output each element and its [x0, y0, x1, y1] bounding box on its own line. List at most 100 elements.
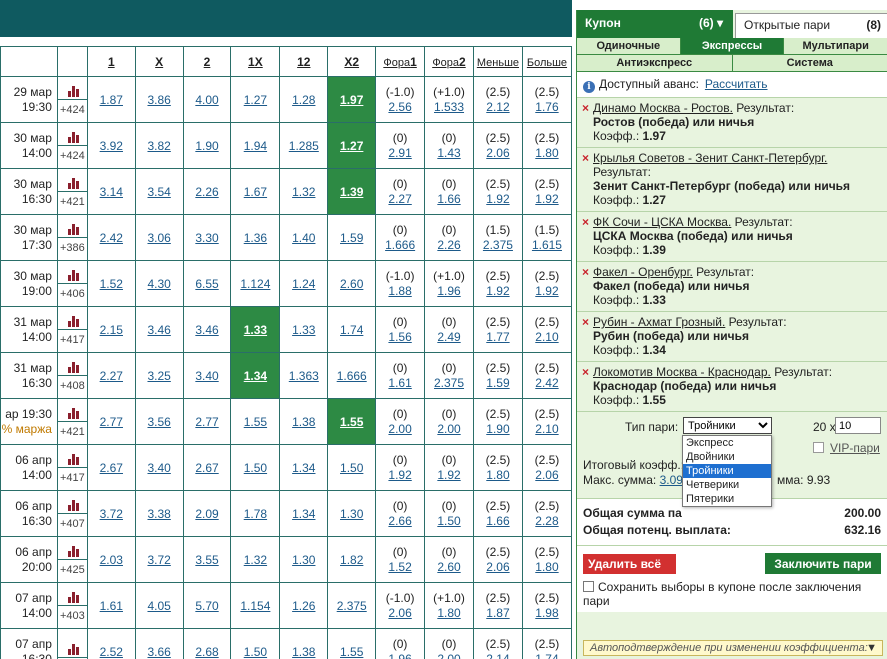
odds-cell[interactable]: 3.86: [134, 76, 184, 123]
header-handicap-1[interactable]: Фора1: [375, 46, 426, 77]
stats-cell[interactable]: +403: [56, 582, 88, 629]
more-markets-count[interactable]: +421: [57, 191, 87, 208]
bet-type-option[interactable]: Четверики: [683, 478, 771, 492]
odds-cell[interactable]: 1.97: [327, 76, 377, 123]
handicap-1-cell[interactable]: (-1.0) 2.56: [375, 76, 426, 123]
odds-cell[interactable]: 2.67: [86, 444, 136, 491]
header-col-1[interactable]: 1: [86, 46, 136, 77]
over-cell[interactable]: (2.5) 1.74: [521, 628, 572, 659]
odds-cell[interactable]: 1.27: [230, 76, 281, 123]
odds-cell[interactable]: 1.27: [327, 122, 377, 169]
odds-cell[interactable]: 1.285: [279, 122, 329, 169]
handicap-1-cell[interactable]: (0) 1.666: [375, 214, 426, 261]
stats-cell[interactable]: +417: [56, 306, 88, 353]
over-cell[interactable]: (2.5) 2.10: [521, 306, 572, 353]
stats-cell[interactable]: +407: [56, 490, 88, 537]
odds-cell[interactable]: 1.38: [279, 398, 329, 445]
handicap-2-cell[interactable]: (0) 2.49: [424, 306, 474, 353]
under-cell[interactable]: (2.5) 1.92: [472, 260, 523, 307]
handicap-1-cell[interactable]: (0) 2.27: [375, 168, 426, 215]
odds-cell[interactable]: 1.666: [327, 352, 377, 399]
bet-match-link[interactable]: ФК Сочи - ЦСКА Москва.: [593, 215, 731, 229]
header-col-2[interactable]: 2: [182, 46, 232, 77]
odds-cell[interactable]: 3.40: [134, 444, 184, 491]
multiplier-input[interactable]: [835, 417, 881, 434]
odds-cell[interactable]: 1.55: [230, 398, 281, 445]
stats-cell[interactable]: +424: [56, 76, 88, 123]
handicap-1-cell[interactable]: (0) 1.56: [375, 306, 426, 353]
odds-cell[interactable]: 1.61: [86, 582, 136, 629]
odds-cell[interactable]: 2.15: [86, 306, 136, 353]
more-markets-count[interactable]: +425: [57, 559, 87, 576]
more-markets-count[interactable]: +417: [57, 467, 87, 484]
handicap-2-cell[interactable]: (0) 1.43: [424, 122, 474, 169]
odds-cell[interactable]: 4.05: [134, 582, 184, 629]
handicap-1-cell[interactable]: (0) 1.61: [375, 352, 426, 399]
odds-cell[interactable]: 1.33: [279, 306, 329, 353]
remove-bet-icon[interactable]: ×: [582, 315, 589, 329]
odds-cell[interactable]: 1.124: [230, 260, 281, 307]
odds-cell[interactable]: 3.72: [86, 490, 136, 537]
over-cell[interactable]: (2.5) 1.92: [521, 168, 572, 215]
mode-express[interactable]: Экспрессы: [680, 38, 785, 54]
odds-cell[interactable]: 1.36: [230, 214, 281, 261]
advance-calculate-link[interactable]: Рассчитать: [705, 77, 768, 91]
stats-cell[interactable]: +417: [56, 444, 88, 491]
stats-cell[interactable]: +421: [56, 168, 88, 215]
odds-cell[interactable]: 2.67: [182, 444, 232, 491]
stats-cell[interactable]: [56, 628, 88, 659]
odds-cell[interactable]: 2.26: [182, 168, 232, 215]
odds-cell[interactable]: 1.26: [279, 582, 329, 629]
under-cell[interactable]: (2.5) 1.59: [472, 352, 523, 399]
odds-cell[interactable]: 3.54: [134, 168, 184, 215]
handicap-2-cell[interactable]: (0) 1.66: [424, 168, 474, 215]
over-cell[interactable]: (2.5) 1.76: [521, 76, 572, 123]
bet-match-link[interactable]: Крылья Советов - Зенит Санкт-Петербург.: [593, 151, 827, 165]
vip-checkbox[interactable]: [813, 442, 824, 453]
handicap-2-cell[interactable]: (+1.0) 1.96: [424, 260, 474, 307]
under-cell[interactable]: (2.5) 1.87: [472, 582, 523, 629]
more-markets-count[interactable]: +408: [57, 375, 87, 392]
remove-bet-icon[interactable]: ×: [582, 265, 589, 279]
handicap-2-cell[interactable]: (0) 1.50: [424, 490, 474, 537]
keep-selections[interactable]: Сохранить выборы в купоне после заключен…: [577, 580, 887, 612]
bet-type-dropdown[interactable]: Экспресс Двойники Тройники Четверики Пятерик…: [682, 435, 772, 507]
mode-antiexpress[interactable]: Антиэкспресс: [577, 55, 733, 71]
odds-cell[interactable]: 3.72: [134, 536, 184, 583]
under-cell[interactable]: (2.5) 2.06: [472, 536, 523, 583]
odds-cell[interactable]: 1.40: [279, 214, 329, 261]
odds-cell[interactable]: 2.52: [86, 628, 136, 659]
remove-bet-icon[interactable]: ×: [582, 101, 589, 115]
under-cell[interactable]: (2.5) 2.14: [472, 628, 523, 659]
more-markets-count[interactable]: +406: [57, 283, 87, 300]
odds-cell[interactable]: 3.25: [134, 352, 184, 399]
handicap-1-cell[interactable]: (0) 2.00: [375, 398, 426, 445]
over-cell[interactable]: (1.5) 1.615: [521, 214, 572, 261]
over-cell[interactable]: (2.5) 2.06: [521, 444, 572, 491]
odds-cell[interactable]: 3.56: [134, 398, 184, 445]
handicap-1-cell[interactable]: (0) 1.92: [375, 444, 426, 491]
bet-match-link[interactable]: Факел - Оренбург.: [593, 265, 693, 279]
header-handicap-2[interactable]: Фора2: [424, 46, 474, 77]
tab-open-bets[interactable]: Открытые пари (8): [735, 13, 887, 38]
bet-match-link[interactable]: Рубин - Ахмат Грозный.: [593, 315, 725, 329]
more-markets-count[interactable]: +403: [57, 605, 87, 622]
under-cell[interactable]: (1.5) 2.375: [472, 214, 523, 261]
odds-cell[interactable]: 3.82: [134, 122, 184, 169]
bet-match-link[interactable]: Локомотив Москва - Краснодар.: [593, 365, 771, 379]
odds-cell[interactable]: 3.55: [182, 536, 232, 583]
odds-cell[interactable]: 3.14: [86, 168, 136, 215]
odds-cell[interactable]: 2.77: [86, 398, 136, 445]
bet-match-link[interactable]: Динамо Москва - Ростов.: [593, 101, 733, 115]
odds-cell[interactable]: 1.78: [230, 490, 281, 537]
odds-cell[interactable]: 3.30: [182, 214, 232, 261]
odds-cell[interactable]: 1.39: [327, 168, 377, 215]
odds-cell[interactable]: 2.42: [86, 214, 136, 261]
odds-cell[interactable]: 1.28: [279, 76, 329, 123]
odds-cell[interactable]: 2.375: [327, 582, 377, 629]
handicap-1-cell[interactable]: (0) 2.66: [375, 490, 426, 537]
bet-type-select[interactable]: Тройники: [683, 417, 772, 434]
odds-cell[interactable]: 1.154: [230, 582, 281, 629]
odds-cell[interactable]: 3.46: [182, 306, 232, 353]
vip-toggle[interactable]: VIP-пари: [813, 441, 880, 455]
